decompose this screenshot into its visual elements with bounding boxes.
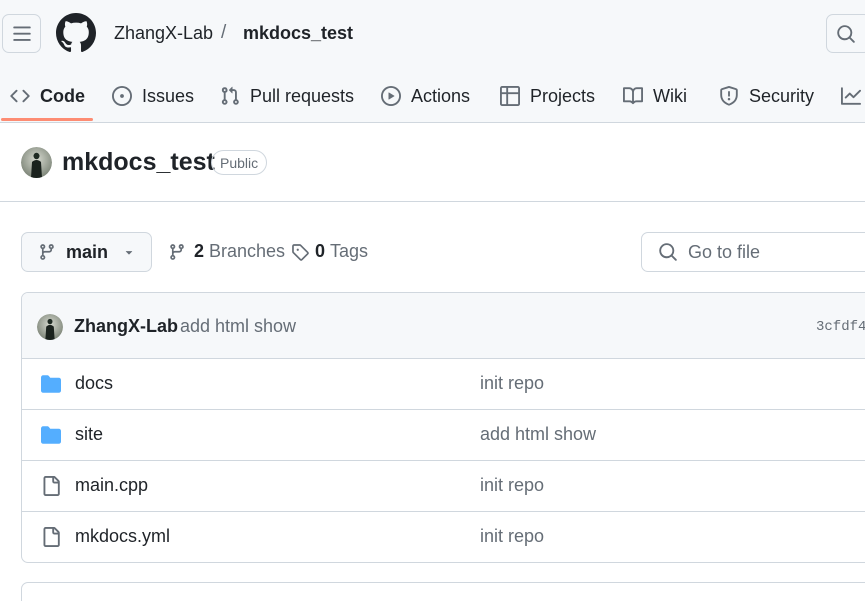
- owner-link[interactable]: ZhangX-Lab: [114, 23, 213, 44]
- graph-icon: [841, 87, 861, 105]
- branches-label: Branches: [209, 241, 286, 261]
- file-commit-message[interactable]: add html show: [480, 424, 596, 445]
- git-branch-icon: [170, 243, 184, 260]
- tab-actions[interactable]: Actions: [381, 70, 470, 122]
- file-icon: [43, 476, 60, 496]
- avatar-image: [21, 147, 52, 178]
- file-commit-message[interactable]: init repo: [480, 475, 544, 496]
- file-name[interactable]: mkdocs.yml: [75, 526, 170, 547]
- tab-issues-label: Issues: [142, 85, 195, 106]
- tab-security-label: Security: [749, 85, 815, 106]
- tab-projects-label: Projects: [530, 85, 596, 106]
- branches-count: 2: [194, 241, 205, 261]
- git-pull-request-icon: [221, 86, 239, 105]
- file-row[interactable]: mkdocs.yml init repo: [22, 512, 865, 562]
- search-button[interactable]: [826, 14, 865, 53]
- commit-sha[interactable]: 3cfdf4c: [816, 319, 865, 335]
- git-branch-icon: [40, 244, 54, 260]
- avatar-image: [37, 314, 63, 340]
- repo-link[interactable]: mkdocs_test: [243, 23, 353, 44]
- triangle-down-icon: [125, 251, 133, 255]
- hamburger-icon: [12, 26, 31, 41]
- tab-pull-requests[interactable]: Pull requests: [220, 70, 354, 122]
- hamburger-menu-button[interactable]: [2, 14, 41, 53]
- commit-author[interactable]: ZhangX-Lab: [74, 316, 178, 337]
- play-icon: [381, 86, 401, 106]
- file-commit-message[interactable]: init repo: [480, 373, 544, 394]
- folder-icon: [41, 375, 61, 393]
- tab-projects[interactable]: Projects: [500, 70, 595, 122]
- table-icon: [500, 86, 520, 106]
- global-header: ZhangX-Lab / mkdocs_test Code Issues Pul…: [0, 0, 865, 123]
- tab-pull-requests-label: Pull requests: [250, 85, 355, 106]
- issue-opened-icon: [112, 86, 132, 106]
- github-logo-icon[interactable]: [56, 13, 96, 53]
- repo-heading: mkdocs_test Public: [0, 123, 865, 202]
- branch-name: main: [66, 241, 109, 262]
- commit-author-avatar[interactable]: [37, 314, 63, 340]
- file-name[interactable]: docs: [75, 373, 113, 394]
- active-tab-underline: [1, 118, 93, 121]
- tab-issues[interactable]: Issues: [112, 70, 194, 122]
- latest-commit-bar: ZhangX-Lab add html show 3cfdf4c: [22, 293, 865, 359]
- code-icon: [10, 89, 30, 103]
- branch-selector-button[interactable]: main: [21, 232, 152, 272]
- repo-title[interactable]: mkdocs_test: [62, 148, 215, 177]
- go-to-file-placeholder: Go to file: [688, 241, 761, 262]
- book-icon: [623, 87, 643, 105]
- file-name[interactable]: site: [75, 424, 103, 445]
- visibility-badge: Public: [211, 150, 268, 175]
- branches-link[interactable]: 2 Branches: [168, 241, 285, 262]
- tags-label: Tags: [330, 241, 369, 261]
- file-row[interactable]: docs init repo: [22, 359, 865, 410]
- file-icon: [43, 527, 60, 547]
- tags-count: 0: [315, 241, 326, 261]
- tab-code[interactable]: Code: [10, 70, 85, 122]
- repo-nav-tabs: Code Issues Pull requests Actions Projec…: [0, 70, 865, 122]
- file-table: ZhangX-Lab add html show 3cfdf4c docs in…: [21, 292, 865, 563]
- tab-wiki-label: Wiki: [653, 85, 687, 106]
- file-commit-message[interactable]: init repo: [480, 526, 544, 547]
- tab-wiki[interactable]: Wiki: [623, 70, 687, 122]
- path-separator: /: [221, 22, 227, 43]
- file-name[interactable]: main.cpp: [75, 475, 148, 496]
- tag-icon: [292, 243, 309, 261]
- tab-actions-label: Actions: [411, 85, 471, 106]
- folder-icon: [41, 426, 61, 444]
- file-row[interactable]: main.cpp init repo: [22, 461, 865, 512]
- file-row[interactable]: site add html show: [22, 410, 865, 461]
- tags-link[interactable]: 0 Tags: [291, 241, 368, 262]
- search-icon: [837, 24, 855, 43]
- commit-message[interactable]: add html show: [180, 316, 296, 337]
- shield-icon: [720, 86, 738, 106]
- tab-security[interactable]: Security: [719, 70, 814, 122]
- tab-insights[interactable]: [841, 70, 865, 122]
- search-icon: [659, 243, 677, 261]
- tab-code-label: Code: [40, 85, 85, 106]
- readme-box: [21, 582, 865, 601]
- go-to-file-input[interactable]: Go to file: [641, 232, 865, 272]
- owner-avatar[interactable]: [21, 147, 52, 178]
